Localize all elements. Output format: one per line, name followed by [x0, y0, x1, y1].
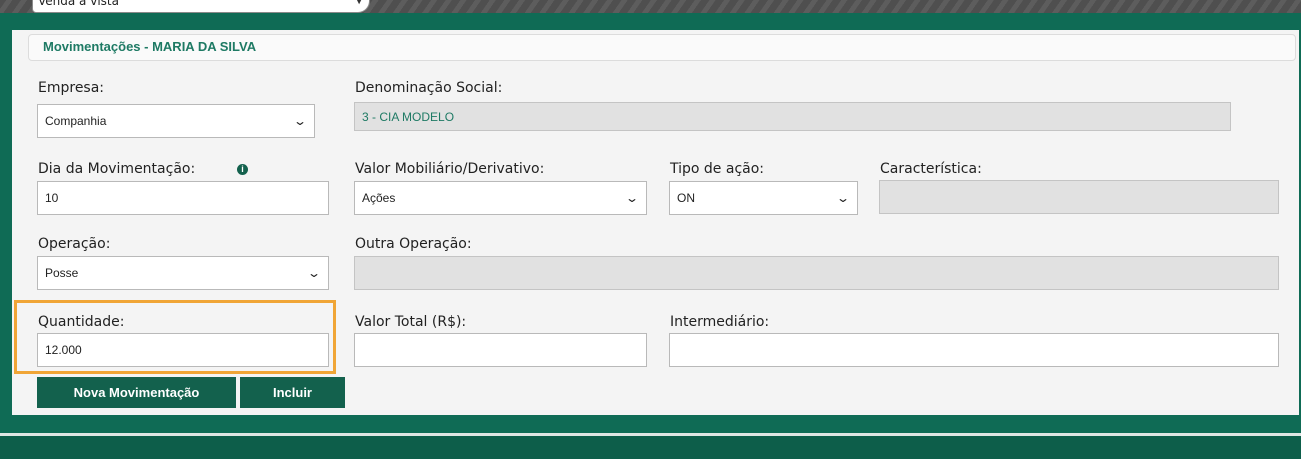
dia-input[interactable]: 10: [37, 181, 329, 215]
top-select-value: Venda a vista: [38, 0, 119, 8]
dia-value: 10: [45, 191, 59, 205]
nova-movimentacao-button[interactable]: Nova Movimentação: [37, 377, 236, 408]
caracteristica-label: Característica:: [880, 161, 982, 177]
tipo-acao-value: ON: [677, 191, 695, 205]
caracteristica-field: [879, 180, 1279, 214]
tipo-acao-select[interactable]: ON ⌄: [669, 181, 858, 215]
tipo-acao-label: Tipo de ação:: [670, 161, 765, 177]
chevron-down-icon: ⌄: [835, 191, 851, 205]
incluir-button[interactable]: Incluir: [240, 377, 345, 408]
intermediario-input[interactable]: [669, 333, 1279, 367]
outra-operacao-label: Outra Operação:: [355, 236, 472, 252]
chevron-down-icon: ⌄: [306, 266, 322, 280]
valor-total-label: Valor Total (R$):: [355, 314, 467, 330]
footer-band: [0, 436, 1301, 459]
valor-total-input[interactable]: [354, 333, 647, 367]
valor-mobiliario-value: Ações: [362, 191, 396, 205]
empresa-select[interactable]: Companhia ⌄: [37, 104, 315, 138]
empresa-label: Empresa:: [38, 80, 105, 96]
top-select[interactable]: Venda a vista ▼: [32, 0, 370, 13]
quantidade-label: Quantidade:: [38, 314, 125, 330]
dia-label: Dia da Movimentação:: [38, 161, 196, 177]
outra-operacao-field: [354, 256, 1279, 290]
panel-header: Movimentações - MARIA DA SILVA: [28, 34, 1296, 61]
valor-mobiliario-select[interactable]: Ações ⌄: [354, 181, 647, 215]
panel-title: Movimentações - MARIA DA SILVA: [43, 39, 257, 54]
operacao-value: Posse: [45, 266, 79, 280]
chevron-down-icon: ⌄: [624, 191, 640, 205]
valor-mobiliario-label: Valor Mobiliário/Derivativo:: [355, 161, 545, 177]
denominacao-field: 3 - CIA MODELO: [354, 102, 1231, 131]
quantidade-value: 12.000: [45, 343, 82, 357]
denominacao-label: Denominação Social:: [355, 80, 503, 96]
intermediario-label: Intermediário:: [670, 314, 770, 330]
chevron-down-icon: ▼: [355, 0, 363, 6]
quantidade-input[interactable]: 12.000: [37, 333, 329, 367]
operacao-label: Operação:: [38, 236, 111, 252]
denominacao-value: 3 - CIA MODELO: [362, 110, 455, 124]
empresa-value: Companhia: [45, 114, 107, 128]
operacao-select[interactable]: Posse ⌄: [37, 256, 329, 290]
chevron-down-icon: ⌄: [292, 114, 308, 128]
info-icon[interactable]: i: [237, 164, 248, 175]
